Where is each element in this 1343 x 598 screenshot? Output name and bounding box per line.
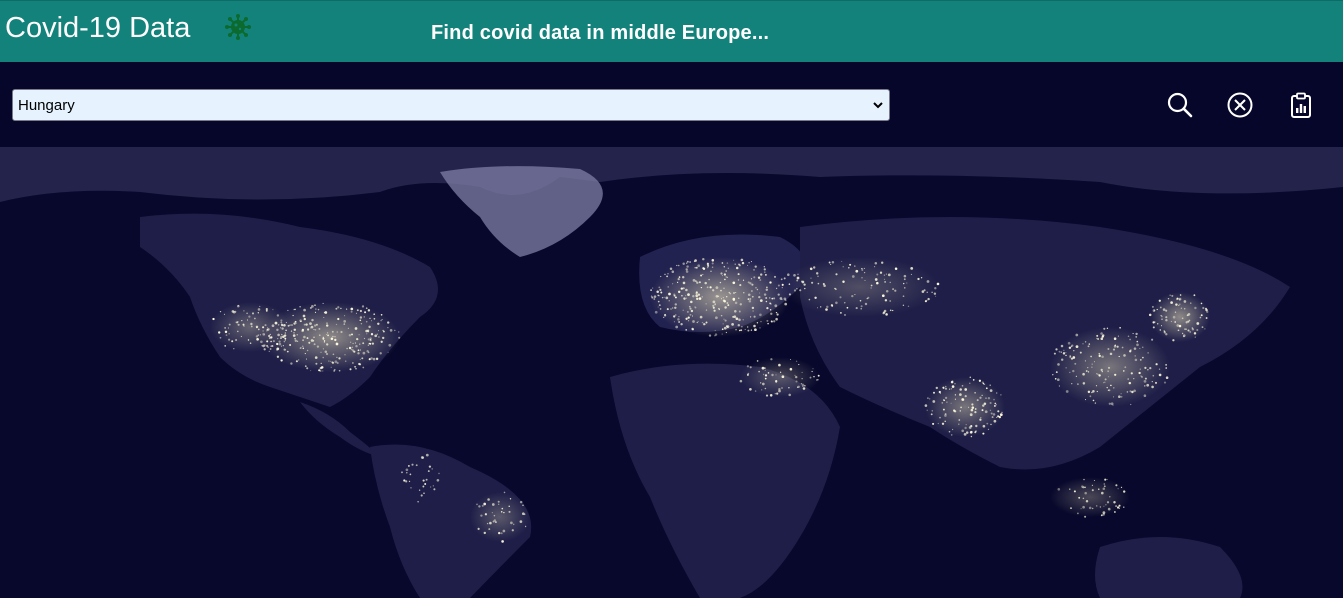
report-button[interactable]	[1283, 87, 1319, 123]
chevron-down-icon	[873, 102, 883, 109]
search-button[interactable]	[1162, 87, 1198, 123]
toolbar: Hungary	[0, 62, 1343, 147]
clear-button[interactable]	[1222, 87, 1258, 123]
close-circle-icon	[1227, 92, 1253, 118]
world-night-lights-map	[0, 147, 1343, 598]
search-icon	[1167, 92, 1193, 118]
app-title: Covid-19 Data	[5, 12, 191, 44]
tagline: Find covid data in middle Europe...	[431, 22, 770, 44]
country-select-value: Hungary	[18, 97, 75, 114]
app-header: Covid-19 Data Find covid data in middle …	[0, 0, 1343, 62]
virus-icon	[225, 14, 251, 40]
clipboard-chart-icon	[1291, 92, 1311, 118]
country-select[interactable]: Hungary	[12, 89, 890, 121]
world-map	[0, 147, 1343, 598]
